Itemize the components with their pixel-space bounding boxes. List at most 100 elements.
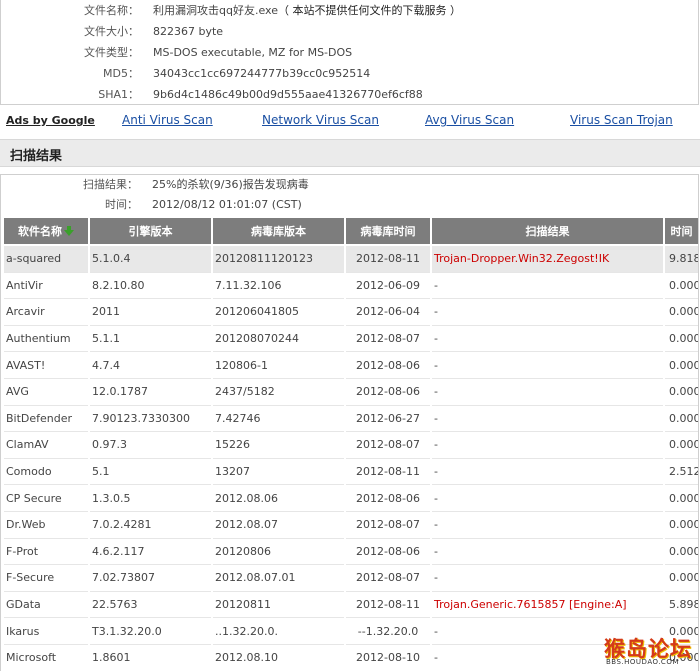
file-type-label: 文件类型： — [84, 46, 139, 59]
table-header-row: 软件名称 引擎版本 病毒库版本 病毒库时间 扫描结果 时间 — [4, 218, 698, 246]
link-avg-virus-scan[interactable]: Avg Virus Scan — [425, 113, 514, 127]
cell-software-name: a-squared — [4, 246, 88, 273]
table-row: Arcavir 2011 201206041805 2012-06-04-0.000 — [4, 299, 698, 326]
col-software-name[interactable]: 软件名称 — [4, 218, 88, 246]
cell-db-version: 2012.08.07 — [213, 512, 344, 539]
table-row: CP Secure 1.3.0.5 2012.08.06 2012-08-06-0.0… — [4, 485, 698, 512]
file-size-value: 822367 byte — [153, 25, 224, 38]
cell-db-date: 2012-08-07 — [346, 512, 430, 539]
cell-software-name: Microsoft — [4, 645, 88, 671]
cell-time: 0.000 — [665, 379, 698, 406]
link-virus-scan-trojan[interactable]: Virus Scan Trojan — [570, 113, 673, 127]
summary-result-label: 扫描结果： — [83, 178, 138, 191]
table-row: ClamAV 0.97.3 15226 2012-08-07-0.000 — [4, 432, 698, 459]
link-anti-virus-scan[interactable]: Anti Virus Scan — [122, 113, 213, 127]
cell-db-date: --1.32.20.0 — [346, 618, 430, 645]
cell-time: 0.000 — [665, 432, 698, 459]
cell-time: 5.898 — [665, 592, 698, 619]
cell-engine-version: 1.8601 — [90, 645, 211, 671]
table-row: a-squared 5.1.0.4 20120811120123 2012-08-11… — [4, 246, 698, 273]
cell-scan-result: - — [432, 406, 663, 433]
cell-scan-result: - — [432, 352, 663, 379]
cell-software-name: AVAST! — [4, 352, 88, 379]
cell-time: 0.000 — [665, 299, 698, 326]
cell-software-name: ClamAV — [4, 432, 88, 459]
cell-time: 0.000 — [665, 512, 698, 539]
cell-db-version: 201208070244 — [213, 326, 344, 353]
file-size-label: 文件大小： — [84, 25, 139, 38]
cell-db-date: 2012-08-06 — [346, 352, 430, 379]
col-engine-version: 引擎版本 — [90, 218, 211, 246]
file-info-panel: 文件名称： 利用漏洞攻击qq好友.exe（ 本站不提供任何文件的下载服务 ） 文… — [0, 0, 699, 105]
ads-by-google-link[interactable]: Ads by Google — [6, 114, 95, 127]
cell-scan-result: - — [432, 299, 663, 326]
cell-db-version: 2437/5182 — [213, 379, 344, 406]
link-network-virus-scan[interactable]: Network Virus Scan — [262, 113, 379, 127]
cell-software-name: GData — [4, 592, 88, 619]
sort-arrow-icon[interactable] — [64, 226, 74, 236]
cell-db-date: 2012-08-11 — [346, 592, 430, 619]
cell-time: 0.000 — [665, 565, 698, 592]
file-name-label: 文件名称： — [84, 4, 139, 17]
cell-engine-version: 7.90123.7330300 — [90, 406, 211, 433]
cell-db-version: 2012.08.07.01 — [213, 565, 344, 592]
cell-engine-version: 12.0.1787 — [90, 379, 211, 406]
cell-software-name: Dr.Web — [4, 512, 88, 539]
file-name-value: 利用漏洞攻击qq好友.exe（ 本站不提供任何文件的下载服务 ） — [153, 1, 461, 21]
col-db-version: 病毒库版本 — [213, 218, 344, 246]
cell-db-version: ..1.32.20.0. — [213, 618, 344, 645]
cell-db-date: 2012-08-06 — [346, 379, 430, 406]
cell-db-version: 2012.08.10 — [213, 645, 344, 671]
ad-links-bar: Ads by Google Anti Virus Scan Network Vi… — [0, 113, 700, 133]
cell-software-name: Arcavir — [4, 299, 88, 326]
table-row: F-Prot 4.6.2.117 20120806 2012-08-06-0.000 — [4, 539, 698, 566]
summary-result-value: 25%的杀软(9/36)报告发现病毒 — [152, 178, 309, 191]
watermark-sub: BBS.HOUDAO.COM — [606, 658, 679, 666]
cell-software-name: BitDefender — [4, 406, 88, 433]
cell-scan-result: - — [432, 539, 663, 566]
table-row: BitDefender 7.90123.7330300 7.42746 2012-06… — [4, 406, 698, 433]
cell-db-date: 2012-08-06 — [346, 485, 430, 512]
cell-db-version: 20120811 — [213, 592, 344, 619]
cell-engine-version: 5.1.0.4 — [90, 246, 211, 273]
cell-db-date: 2012-08-07 — [346, 326, 430, 353]
download-notice: （ 本站不提供任何文件的下载服务 ） — [277, 4, 461, 17]
cell-db-date: 2012-08-06 — [346, 539, 430, 566]
cell-db-version: 13207 — [213, 459, 344, 486]
table-row: AntiVir 8.2.10.80 7.11.32.106 2012-06-09-0.… — [4, 273, 698, 300]
cell-engine-version: 8.2.10.80 — [90, 273, 211, 300]
cell-db-date: 2012-06-04 — [346, 299, 430, 326]
cell-db-date: 2012-08-07 — [346, 565, 430, 592]
cell-engine-version: 0.97.3 — [90, 432, 211, 459]
col-time: 时间 — [665, 218, 698, 246]
cell-scan-result: - — [432, 459, 663, 486]
cell-scan-result: - — [432, 273, 663, 300]
table-row: Authentium 5.1.1 201208070244 2012-08-07-0.… — [4, 326, 698, 353]
cell-db-version: 15226 — [213, 432, 344, 459]
table-row: Dr.Web 7.0.2.4281 2012.08.07 2012-08-07-0.0… — [4, 512, 698, 539]
file-name-text: 利用漏洞攻击qq好友.exe — [153, 4, 278, 17]
cell-software-name: CP Secure — [4, 485, 88, 512]
scan-results-table: 软件名称 引擎版本 病毒库版本 病毒库时间 扫描结果 时间 a-squared 5… — [2, 218, 700, 671]
file-type-value: MS-DOS executable, MZ for MS-DOS — [153, 46, 353, 59]
summary-time-value: 2012/08/12 01:01:07 (CST) — [152, 198, 302, 211]
section-title: 扫描结果 — [10, 149, 63, 164]
cell-db-date: 2012-08-11 — [346, 246, 430, 273]
cell-db-date: 2012-08-11 — [346, 459, 430, 486]
table-body: a-squared 5.1.0.4 20120811120123 2012-08-11… — [4, 246, 698, 671]
cell-time: 2.512 — [665, 459, 698, 486]
cell-scan-result: - — [432, 485, 663, 512]
cell-db-version: 20120811120123 — [213, 246, 344, 273]
table-row: AVG 12.0.1787 2437/5182 2012-08-06-0.000 — [4, 379, 698, 406]
col-db-date: 病毒库时间 — [346, 218, 430, 246]
houdao-watermark-logo: 猴岛论坛 BBS.HOUDAO.COM — [604, 633, 696, 669]
cell-time: 9.818 — [665, 246, 698, 273]
cell-scan-result: Trojan-Dropper.Win32.Zegost!IK — [432, 246, 663, 273]
sha1-label: SHA1： — [98, 88, 139, 101]
cell-db-version: 201206041805 — [213, 299, 344, 326]
cell-db-version: 7.11.32.106 — [213, 273, 344, 300]
cell-time: 0.000 — [665, 406, 698, 433]
col-software-name-label: 软件名称 — [18, 225, 62, 238]
cell-db-version: 7.42746 — [213, 406, 344, 433]
md5-label: MD5： — [103, 67, 139, 80]
